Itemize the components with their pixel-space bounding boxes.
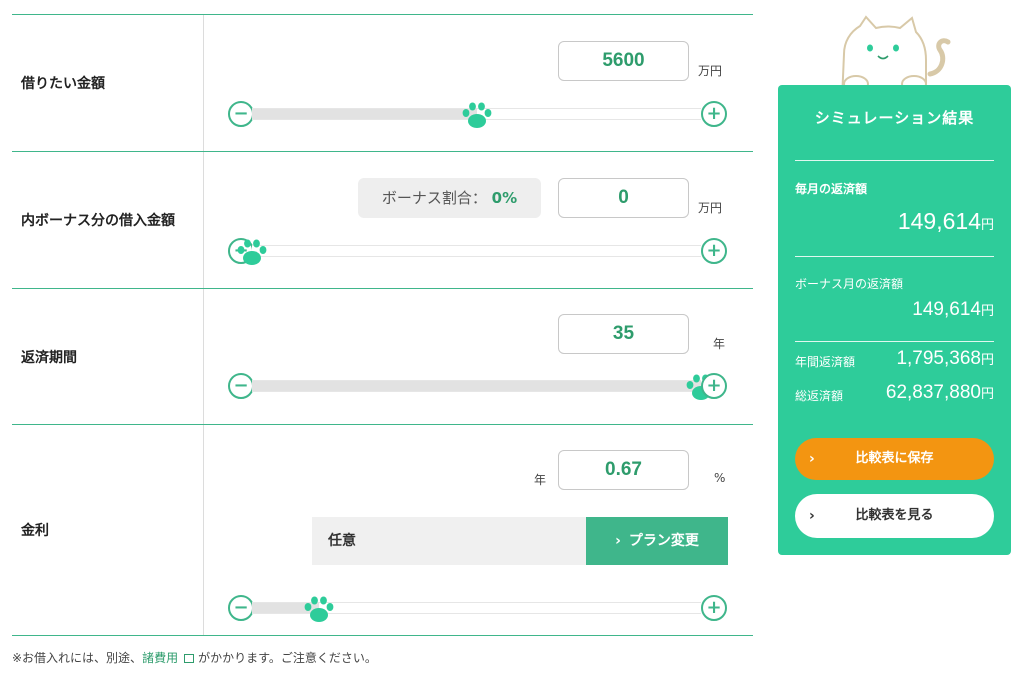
plus-icon[interactable]: +	[701, 373, 727, 399]
note-suffix: がかかります。ご注意ください。	[198, 651, 377, 665]
divider	[795, 160, 994, 161]
plan-bar: 任意 › プラン変更	[312, 517, 728, 565]
bonus-month-amount: 149,614	[912, 299, 981, 320]
bonus-month-payment-value: 149,614円	[912, 299, 994, 321]
loan-amount-input[interactable]: 5600	[558, 41, 689, 81]
monthly-amount: 149,614	[897, 208, 981, 234]
loan-amount-unit: 万円	[698, 64, 723, 78]
plan-name: 任意	[312, 517, 586, 565]
annual-payment-label: 年間返済額	[795, 355, 856, 369]
repayment-period-unit: 年	[713, 337, 726, 351]
chevron-right-icon: ›	[809, 451, 815, 467]
note-prefix: ※お借入れには、別途、	[12, 651, 143, 665]
simulation-result-panel: シミュレーション結果 毎月の返済額 149,614円 ボーナス月の返済額 149…	[778, 85, 1011, 555]
expenses-link[interactable]: 諸費用	[142, 651, 178, 665]
interest-rate-unit: %	[714, 471, 726, 485]
annual-amount: 1,795,368	[896, 348, 981, 369]
save-button-label: 比較表に保存	[855, 451, 934, 466]
bonus-ratio-label: ボーナス割合：	[381, 189, 487, 207]
interest-rate-row: 金利 年 0.67 % 任意 › プラン変更 − +	[12, 425, 753, 636]
divider	[795, 256, 994, 257]
bonus-amount-unit: 万円	[698, 201, 723, 215]
bonus-amount-row: 内ボーナス分の借入金額 ボーナス割合： 0% 0 万円 −	[12, 152, 753, 289]
loan-amount-slider[interactable]: − +	[228, 98, 728, 128]
slider-track[interactable]	[237, 239, 701, 265]
interest-rate-input[interactable]: 0.67	[558, 450, 689, 490]
total-payment-label: 総返済額	[795, 389, 844, 403]
minus-icon[interactable]: −	[228, 595, 254, 621]
monthly-payment-value: 149,614円	[898, 208, 994, 235]
divider	[795, 341, 994, 342]
bonus-ratio-value: 0%	[491, 189, 518, 207]
repayment-period-input[interactable]: 35	[558, 314, 689, 354]
total-payment-value: 62,837,880円	[886, 382, 994, 404]
bonus-ratio-display: ボーナス割合： 0%	[358, 178, 541, 218]
repayment-period-slider[interactable]: − +	[228, 370, 728, 400]
total-amount: 62,837,880	[885, 382, 981, 403]
interest-rate-label: 金利	[12, 425, 204, 635]
interest-rate-slider[interactable]: − +	[228, 592, 728, 622]
slider-fill	[252, 109, 477, 119]
chevron-right-icon: ›	[615, 533, 621, 549]
loan-amount-label: 借りたい金額	[12, 15, 204, 151]
bonus-amount-input[interactable]: 0	[558, 178, 689, 218]
external-link-icon[interactable]	[184, 654, 195, 663]
plus-icon[interactable]: +	[701, 238, 727, 264]
plan-change-label: プラン変更	[628, 533, 699, 549]
monthly-payment-label: 毎月の返済額	[795, 182, 868, 196]
minus-icon[interactable]: −	[228, 101, 254, 127]
view-comparison-button[interactable]: › 比較表を見る	[795, 494, 994, 538]
plus-icon[interactable]: +	[701, 595, 727, 621]
plus-icon[interactable]: +	[701, 101, 727, 127]
slider-fill	[252, 381, 701, 391]
repayment-period-label: 返済期間	[12, 289, 204, 424]
repayment-period-row: 返済期間 35 年 − +	[12, 289, 753, 425]
slider-track[interactable]	[252, 374, 716, 400]
paw-handle-icon[interactable]	[303, 594, 335, 624]
minus-icon[interactable]: −	[228, 373, 254, 399]
interest-rate-prefix: 年	[534, 473, 547, 487]
paw-handle-icon[interactable]	[461, 100, 493, 130]
paw-handle-icon[interactable]	[236, 237, 268, 267]
yen-unit: 円	[980, 353, 994, 368]
slider-track[interactable]	[252, 102, 701, 128]
loan-amount-row: 借りたい金額 5600 万円 − +	[12, 15, 753, 152]
save-to-comparison-button[interactable]: › 比較表に保存	[795, 438, 994, 480]
yen-unit: 円	[980, 304, 994, 319]
chevron-right-icon: ›	[809, 508, 815, 524]
bonus-month-payment-label: ボーナス月の返済額	[795, 277, 904, 291]
cost-note: ※お借入れには、別途、諸費用 がかかります。ご注意ください。	[12, 649, 377, 666]
loan-simulation-form: 借りたい金額 5600 万円 − + 内ボーナス分の借入金額 ボーナス割合： 0…	[12, 14, 753, 636]
view-button-label: 比較表を見る	[855, 508, 934, 523]
yen-unit: 円	[980, 387, 994, 402]
bonus-amount-slider[interactable]: − +	[228, 235, 728, 265]
bonus-amount-label: 内ボーナス分の借入金額	[12, 152, 204, 288]
annual-payment-value: 1,795,368円	[896, 348, 994, 370]
result-title: シミュレーション結果	[814, 109, 975, 127]
yen-unit: 円	[980, 218, 994, 233]
plan-change-button[interactable]: › プラン変更	[586, 517, 728, 565]
slider-track[interactable]	[252, 596, 701, 622]
